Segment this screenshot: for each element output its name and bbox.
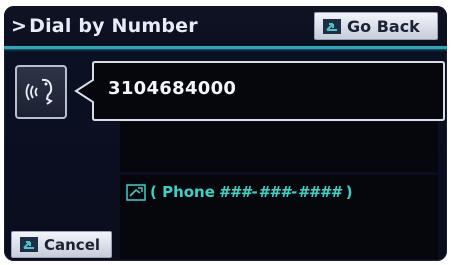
return-arrow-icon: [20, 237, 38, 252]
voice-command-button[interactable]: [15, 65, 67, 119]
dial-by-number-screen: > Dial by Number Go Back 3104684000 (Ph…: [4, 6, 447, 261]
go-back-label: Go Back: [347, 16, 420, 36]
hint-pattern: ###-###-####: [218, 183, 342, 201]
go-back-button[interactable]: Go Back: [314, 12, 438, 40]
return-arrow-icon: [323, 18, 341, 34]
title-text: Dial by Number: [29, 15, 198, 37]
page-title: > Dial by Number: [11, 15, 198, 37]
number-panel: [120, 122, 438, 172]
title-prefix: >: [11, 15, 28, 37]
cancel-label: Cancel: [44, 235, 101, 254]
talk-icon: [126, 183, 146, 201]
voice-command-icon: [25, 78, 53, 105]
entered-number: 3104684000: [108, 78, 237, 99]
title-bar: > Dial by Number Go Back: [4, 6, 447, 46]
voice-hint: ( Phone ###-###-#### ): [126, 183, 353, 201]
header-divider: [4, 46, 447, 49]
cancel-button[interactable]: Cancel: [11, 231, 112, 258]
hint-open: ( Phone: [150, 183, 215, 201]
hint-close: ): [345, 183, 353, 201]
